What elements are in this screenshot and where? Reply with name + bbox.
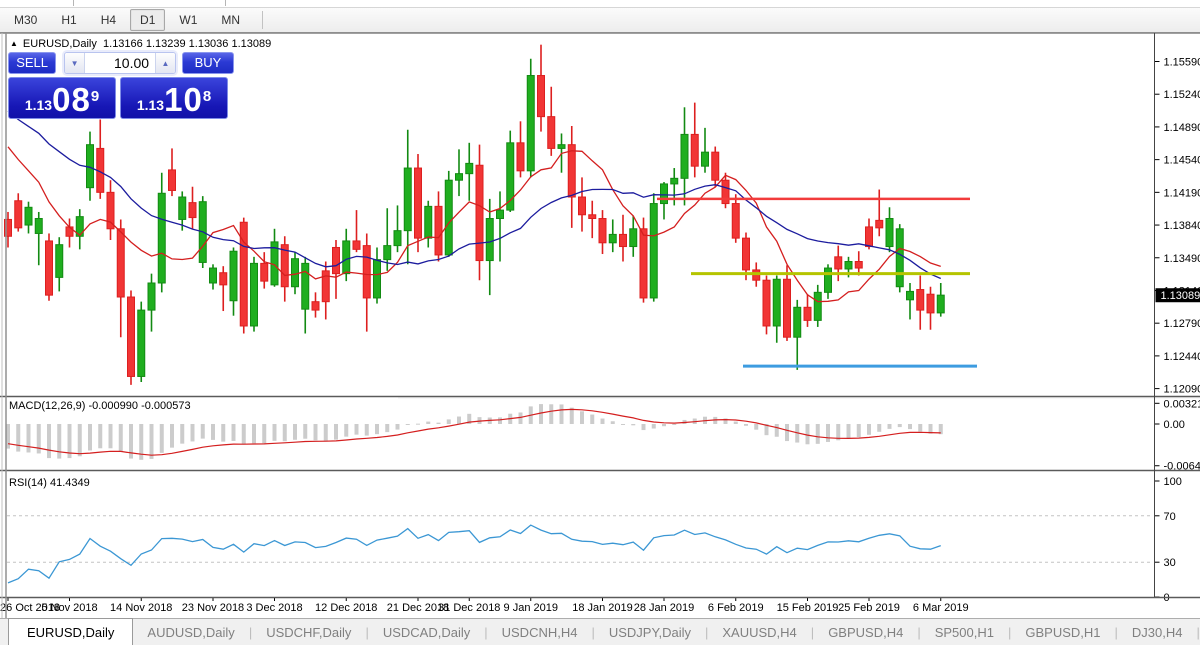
buy-price-big: 10 [164,85,203,115]
svg-text:14 Nov 2018: 14 Nov 2018 [110,602,172,614]
svg-text:1.14190: 1.14190 [1164,187,1200,199]
tab-dj30-h4[interactable]: DJ30,H4 [1118,619,1197,645]
volume-stepper: ▼ ▲ [64,52,176,74]
price-axis: 1.15590 1.15240 1.14890 1.14540 1.14190 1.138… [1155,33,1200,597]
tab-sp500-h1[interactable]: SP500,H1 [921,619,1008,645]
buy-price-prefix: 1.13 [137,95,164,115]
svg-text:100: 100 [1164,476,1182,488]
sell-price-panel[interactable]: 1.13 08 9 [8,77,116,119]
collapse-triangle-icon[interactable]: ▲ [10,39,18,48]
tab-eurusd-daily[interactable]: EURUSD,Daily [8,618,133,645]
svg-text:15 Feb 2019: 15 Feb 2019 [777,602,839,614]
svg-text:1.15590: 1.15590 [1164,57,1200,69]
chart-header: ▲ EURUSD,Daily 1.13166 1.13239 1.13036 1.… [10,38,271,50]
rsi-indicator-label: RSI(14) 41.4349 [9,477,90,489]
macd-indicator-label: MACD(12,26,9) -0.000990 -0.000573 [9,400,191,412]
svg-text:6 Feb 2019: 6 Feb 2019 [708,602,764,614]
sell-price-prefix: 1.13 [25,95,52,115]
svg-text:31 Dec 2018: 31 Dec 2018 [438,602,500,614]
svg-text:1.12790: 1.12790 [1164,318,1200,330]
buy-price-pip: 8 [203,78,211,116]
svg-text:1.15240: 1.15240 [1164,89,1200,101]
buy-button[interactable]: BUY [182,52,234,74]
tab-usdjpy-daily[interactable]: USDJPY,Daily [595,619,705,645]
tab-usdcad-daily[interactable]: USDCAD,Daily [369,619,484,645]
svg-text:9 Jan 2019: 9 Jan 2019 [504,602,558,614]
tab-audusd-daily[interactable]: AUDUSD,Daily [133,619,248,645]
chart-ohlc-values: 1.13166 1.13239 1.13036 1.13089 [103,38,271,50]
svg-text:1.14890: 1.14890 [1164,122,1200,134]
svg-text:70: 70 [1164,511,1176,523]
panel-backgrounds [0,33,1200,618]
buy-price-panel[interactable]: 1.13 10 8 [120,77,228,119]
volume-input[interactable] [85,53,155,73]
tab-usdcnh-h4[interactable]: USDCNH,H4 [488,619,592,645]
sell-button[interactable]: SELL [8,52,56,74]
svg-text:30: 30 [1164,557,1176,569]
volume-increase-icon[interactable]: ▲ [155,53,175,73]
svg-text:28 Jan 2019: 28 Jan 2019 [634,602,695,614]
svg-text:18 Jan 2019: 18 Jan 2019 [572,602,633,614]
svg-text:1.12440: 1.12440 [1164,351,1200,363]
svg-text:1.13840: 1.13840 [1164,220,1200,232]
svg-text:3 Dec 2018: 3 Dec 2018 [246,602,302,614]
svg-text:1.13490: 1.13490 [1164,253,1200,265]
sell-price-big: 08 [52,85,91,115]
svg-text:12 Dec 2018: 12 Dec 2018 [315,602,377,614]
svg-text:25 Feb 2019: 25 Feb 2019 [838,602,900,614]
one-click-trading-panel: SELL ▼ ▲ BUY 1.13 08 9 1.13 10 8 [8,52,234,119]
svg-text:1.13089: 1.13089 [1161,290,1200,302]
sell-price-pip: 9 [91,78,99,116]
tab-gbpusd-h4[interactable]: GBPUSD,H4 [814,619,917,645]
svg-text:23 Nov 2018: 23 Nov 2018 [182,602,244,614]
volume-decrease-icon[interactable]: ▼ [65,53,85,73]
svg-text:1.14540: 1.14540 [1164,155,1200,167]
tab-usdchf-daily[interactable]: USDCHF,Daily [252,619,365,645]
svg-text:6 Mar 2019: 6 Mar 2019 [913,602,969,614]
svg-text:0.003216: 0.003216 [1164,398,1200,410]
svg-text:1.12090: 1.12090 [1164,384,1200,396]
symbol-tab-bar: EURUSD,DailyAUDUSD,Daily|USDCHF,Daily|US… [0,618,1200,645]
svg-text:5 Nov 2018: 5 Nov 2018 [41,602,97,614]
chart-symbol-label: EURUSD,Daily [23,38,97,50]
tab-xauusd-h4[interactable]: XAUUSD,H4 [708,619,810,645]
tab-gbpusd-h1[interactable]: GBPUSD,H1 [1011,619,1114,645]
svg-text:0.00: 0.00 [1164,419,1185,431]
